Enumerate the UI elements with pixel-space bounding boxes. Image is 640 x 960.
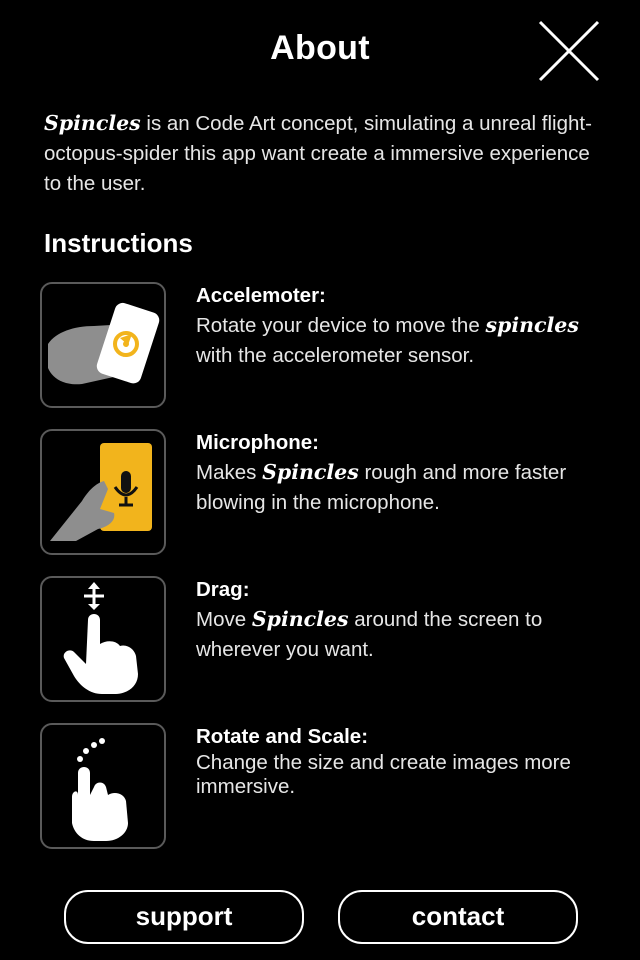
instruction-title: Accelemoter:: [196, 284, 326, 307]
close-button[interactable]: [536, 18, 602, 84]
close-icon: [538, 20, 600, 82]
instruction-text-rotate-scale: Rotate and Scale: Change the size and cr…: [196, 723, 616, 799]
instruction-text-microphone: Microphone: Makes Spincles rough and mor…: [196, 429, 616, 518]
contact-button[interactable]: contact: [338, 890, 578, 944]
instruction-title: Microphone:: [196, 431, 319, 454]
instruction-desc: Move Spincles around the screen to where…: [196, 607, 543, 661]
instruction-text-drag: Drag: Move Spincles around the screen to…: [196, 576, 616, 665]
drag-hand-icon: [40, 576, 166, 702]
instruction-title: Drag:: [196, 578, 250, 601]
brand-name: Spincles: [251, 607, 349, 631]
instruction-title: Rotate and Scale:: [196, 725, 369, 748]
instruction-desc: Rotate your device to move the spincles …: [196, 313, 579, 367]
intro-paragraph: Spincles is an Code Art concept, simulat…: [44, 108, 604, 199]
brand-name: spincles: [485, 313, 579, 337]
rotate-device-icon: [40, 282, 166, 408]
brand-name: Spincles: [262, 460, 359, 484]
microphone-icon: [40, 429, 166, 555]
instruction-desc: Change the size and create images more i…: [196, 751, 571, 798]
instruction-desc: Makes Spincles rough and more faster blo…: [196, 460, 567, 514]
support-button[interactable]: support: [64, 890, 304, 944]
pinch-hand-icon: [40, 723, 166, 849]
instruction-text-accelerometer: Accelemoter: Rotate your device to move …: [196, 282, 616, 371]
brand-name: Spincles: [44, 111, 141, 135]
instructions-heading: Instructions: [44, 228, 193, 258]
